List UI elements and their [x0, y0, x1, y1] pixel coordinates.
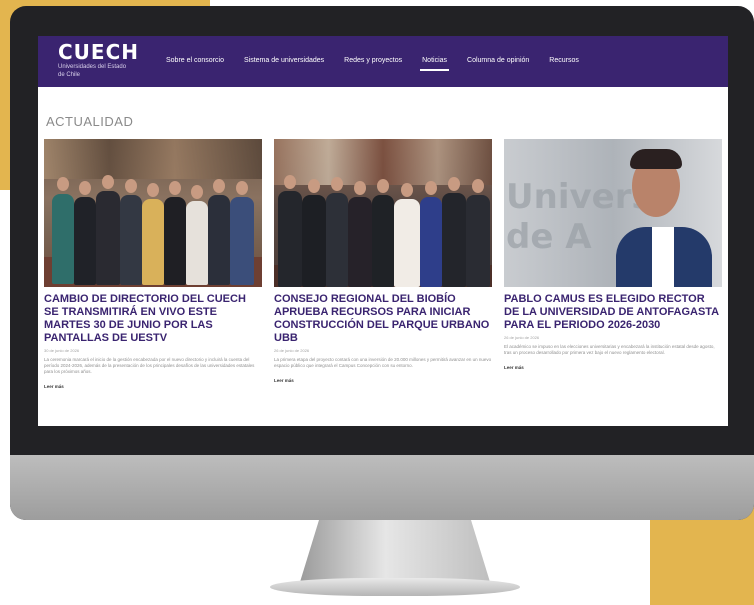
section-title: ACTUALIDAD: [46, 114, 134, 129]
menu-item-noticias[interactable]: Noticias: [412, 55, 457, 71]
read-more-link[interactable]: Leer más: [504, 365, 524, 370]
news-headline[interactable]: CAMBIO DE DIRECTORIO DEL CUECH SE TRANSM…: [44, 293, 262, 345]
news-headline[interactable]: CONSEJO REGIONAL DEL BIOBÍO APRUEBA RECU…: [274, 293, 492, 345]
news-photo-pablo-camus[interactable]: Univers de A: [504, 139, 722, 287]
monitor-stand-base: [270, 578, 520, 596]
logo-subtitle: Universidades del Estado de Chile: [58, 64, 127, 78]
monitor-chin: [10, 455, 754, 520]
menu-item-recursos[interactable]: Recursos: [539, 55, 589, 67]
main-menu: Sobre el consorcio Sistema de universida…: [156, 55, 589, 71]
menu-item-sistema-de-universidades[interactable]: Sistema de universidades: [234, 55, 334, 67]
news-photo-group-directorio[interactable]: [44, 139, 262, 287]
read-more-link[interactable]: Leer más: [274, 378, 294, 383]
menu-item-sobre-el-consorcio[interactable]: Sobre el consorcio: [156, 55, 234, 67]
news-headline[interactable]: PABLO CAMUS ES ELEGIDO RECTOR DE LA UNIV…: [504, 293, 722, 332]
news-summary: La primera etapa del proyecto contará co…: [274, 357, 492, 368]
news-photo-consejo-regional[interactable]: [274, 139, 492, 287]
news-card-3: Univers de A PABLO CAMUS ES ELEGIDO RECT…: [504, 139, 722, 374]
news-date: 26 de junio de 2026: [504, 335, 540, 340]
monitor-stand-neck: [300, 520, 490, 582]
photo-wall-lettering: Univers de A: [506, 177, 652, 257]
news-date: 30 de junio de 2026: [44, 348, 80, 353]
cuech-logo[interactable]: CUECH: [58, 40, 139, 64]
news-date: 26 de junio de 2026: [274, 348, 310, 353]
news-card-1: CAMBIO DE DIRECTORIO DEL CUECH SE TRANSM…: [44, 139, 262, 393]
monitor-screen: CUECH Universidades del Estado de Chile …: [38, 36, 728, 426]
news-summary: La ceremonia marcará el inicio de la ges…: [44, 357, 255, 374]
read-more-link[interactable]: Leer más: [44, 384, 64, 389]
menu-item-columna-de-opinion[interactable]: Columna de opinión: [457, 55, 539, 67]
news-summary: El académico se impuso en las elecciones…: [504, 344, 715, 355]
menu-item-redes-y-proyectos[interactable]: Redes y proyectos: [334, 55, 412, 67]
site-header: CUECH Universidades del Estado de Chile …: [38, 36, 728, 87]
news-card-2: CONSEJO REGIONAL DEL BIOBÍO APRUEBA RECU…: [274, 139, 492, 387]
